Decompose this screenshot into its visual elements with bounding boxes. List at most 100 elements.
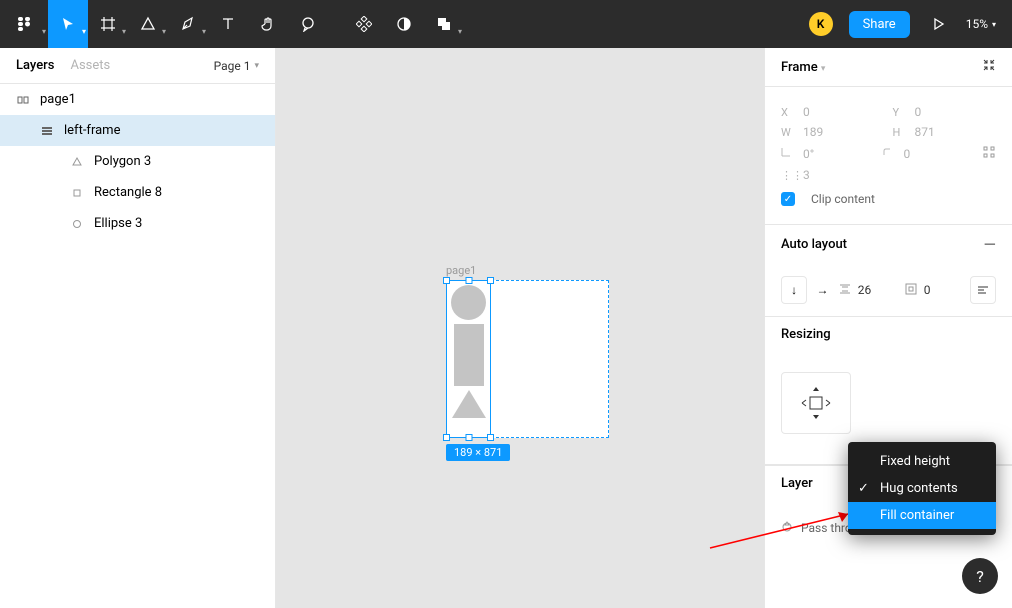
dimensions-badge: 189 × 871 bbox=[446, 444, 510, 461]
resize-handle-tr[interactable] bbox=[487, 277, 494, 284]
y-label: Y bbox=[893, 106, 907, 119]
polygon-icon bbox=[70, 155, 84, 169]
figma-logo-icon bbox=[16, 16, 32, 32]
frame-label[interactable]: page1 bbox=[446, 264, 476, 277]
polygon-icon bbox=[140, 16, 156, 32]
chevron-down-icon: ▾ bbox=[458, 27, 462, 36]
chevron-down-icon: ▾ bbox=[162, 27, 166, 36]
resize-handle-bm[interactable] bbox=[465, 434, 472, 441]
selection-box[interactable] bbox=[446, 280, 491, 438]
chevron-down-icon: ▾ bbox=[254, 61, 259, 71]
comment-icon bbox=[300, 16, 316, 32]
present-button[interactable] bbox=[918, 0, 958, 48]
alignment-button[interactable] bbox=[970, 276, 996, 304]
cursor-icon bbox=[60, 16, 76, 32]
resize-handle-br[interactable] bbox=[487, 434, 494, 441]
figma-menu-button[interactable]: ▾ bbox=[0, 0, 48, 48]
help-button[interactable]: ? bbox=[962, 558, 998, 594]
share-button[interactable]: Share bbox=[849, 11, 910, 38]
dropdown-item-hug[interactable]: ✓Hug contents bbox=[848, 475, 996, 502]
resizing-header: Resizing bbox=[781, 327, 831, 342]
play-icon bbox=[930, 16, 946, 32]
union-icon bbox=[436, 16, 452, 32]
frame-icon bbox=[16, 93, 30, 107]
move-tool-button[interactable]: ▾ bbox=[48, 0, 88, 48]
resizing-preview[interactable] bbox=[781, 372, 851, 434]
canvas-ellipse[interactable] bbox=[451, 285, 486, 320]
frame-icon bbox=[100, 16, 116, 32]
resize-handle-bl[interactable] bbox=[443, 434, 450, 441]
chevron-down-icon: ▾ bbox=[42, 27, 46, 36]
rectangle-icon bbox=[70, 186, 84, 200]
canvas[interactable]: page1 189 × 871 bbox=[276, 48, 764, 608]
gap-value[interactable]: 26 bbox=[858, 283, 898, 297]
layer-row-ellipse[interactable]: Ellipse 3 bbox=[0, 208, 275, 239]
direction-horizontal-button[interactable]: → bbox=[813, 283, 832, 297]
h-value[interactable]: 871 bbox=[915, 125, 955, 139]
rotation-value[interactable]: 0° bbox=[803, 147, 843, 161]
y-value[interactable]: 0 bbox=[915, 105, 955, 119]
frame-tool-button[interactable]: ▾ bbox=[88, 0, 128, 48]
layer-row-polygon[interactable]: Polygon 3 bbox=[0, 146, 275, 177]
layers-tab[interactable]: Layers bbox=[16, 58, 54, 73]
chevron-down-icon: ▾ bbox=[821, 64, 826, 74]
canvas-polygon[interactable] bbox=[452, 390, 486, 418]
padding-value[interactable]: 3 bbox=[803, 168, 843, 182]
x-value[interactable]: 0 bbox=[803, 105, 843, 119]
layer-name: left-frame bbox=[64, 123, 120, 138]
independent-corners-button[interactable] bbox=[982, 145, 996, 162]
padding-icon bbox=[904, 282, 918, 299]
clip-content-label: Clip content bbox=[811, 192, 875, 206]
layer-row-frame[interactable]: left-frame bbox=[0, 115, 275, 146]
hand-icon bbox=[260, 16, 276, 32]
mask-button[interactable] bbox=[384, 0, 424, 48]
text-tool-button[interactable] bbox=[208, 0, 248, 48]
chevron-down-icon: ▾ bbox=[992, 20, 996, 29]
direction-vertical-button[interactable]: ↓ bbox=[781, 276, 807, 304]
diamond-grid-icon bbox=[356, 16, 372, 32]
layer-name: Ellipse 3 bbox=[94, 216, 142, 231]
pen-tool-button[interactable]: ▾ bbox=[168, 0, 208, 48]
boolean-button[interactable]: ▾ bbox=[424, 0, 464, 48]
dots-icon: ⋮⋮ bbox=[781, 169, 795, 182]
canvas-rectangle[interactable] bbox=[454, 324, 484, 386]
page-selector[interactable]: Page 1▾ bbox=[126, 59, 259, 73]
annotation-arrow bbox=[700, 500, 860, 560]
layers-panel: Layers Assets Page 1▾ page1 left-frame P… bbox=[0, 48, 276, 608]
frame-section-header[interactable]: Frame ▾ bbox=[781, 60, 825, 75]
dropdown-item-fixed[interactable]: Fixed height bbox=[848, 448, 996, 475]
chevron-down-icon: ▾ bbox=[202, 27, 206, 36]
resizing-dropdown: Fixed height ✓Hug contents Fill containe… bbox=[848, 442, 996, 535]
layer-name: page1 bbox=[40, 92, 76, 107]
resize-handle-tl[interactable] bbox=[443, 277, 450, 284]
user-avatar[interactable]: K bbox=[809, 12, 833, 36]
auto-layout-header: Auto layout bbox=[781, 237, 847, 252]
corner-value[interactable]: 0 bbox=[904, 147, 944, 161]
clip-content-checkbox[interactable]: ✓ bbox=[781, 192, 795, 206]
layer-row-page[interactable]: page1 bbox=[0, 84, 275, 115]
collapse-icon[interactable] bbox=[982, 58, 996, 76]
components-button[interactable] bbox=[344, 0, 384, 48]
hand-tool-button[interactable] bbox=[248, 0, 288, 48]
auto-layout-icon bbox=[40, 124, 54, 138]
zoom-control[interactable]: 15%▾ bbox=[958, 17, 1012, 31]
x-label: X bbox=[781, 106, 795, 119]
shape-tool-button[interactable]: ▾ bbox=[128, 0, 168, 48]
text-icon bbox=[220, 16, 236, 32]
h-label: H bbox=[893, 126, 907, 139]
layer-section-header: Layer bbox=[781, 476, 813, 491]
assets-tab[interactable]: Assets bbox=[70, 58, 110, 73]
w-value[interactable]: 189 bbox=[803, 125, 843, 139]
resize-handle-tm[interactable] bbox=[465, 277, 472, 284]
al-padding-value[interactable]: 0 bbox=[924, 283, 964, 297]
mask-icon bbox=[396, 16, 412, 32]
comment-tool-button[interactable] bbox=[288, 0, 328, 48]
layer-row-rectangle[interactable]: Rectangle 8 bbox=[0, 177, 275, 208]
remove-auto-layout-button[interactable]: — bbox=[984, 235, 996, 254]
canvas-frame[interactable]: page1 189 × 871 bbox=[446, 280, 609, 438]
corner-icon bbox=[882, 147, 896, 160]
pen-icon bbox=[180, 16, 196, 32]
layer-name: Polygon 3 bbox=[94, 154, 151, 169]
angle-icon bbox=[781, 147, 795, 160]
dropdown-item-fill[interactable]: Fill container bbox=[848, 502, 996, 529]
